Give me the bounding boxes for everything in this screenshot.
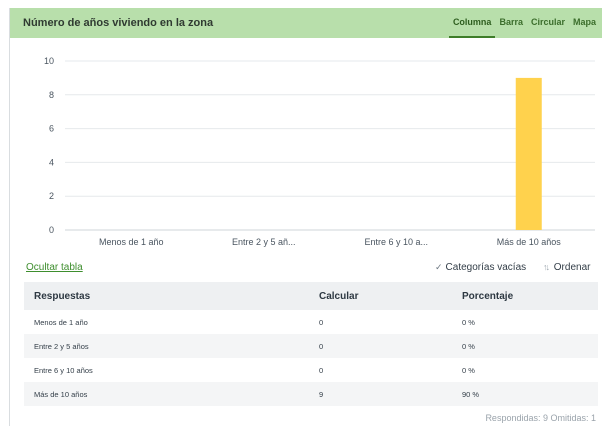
- hide-table-link[interactable]: Ocultar tabla: [26, 262, 83, 273]
- tab-column[interactable]: Columna: [448, 8, 496, 38]
- question-title: Número de años viviendo en la zona: [23, 17, 214, 29]
- sort-icon: ↑↓: [543, 262, 550, 272]
- empty-categories-toggle[interactable]: ✓ Categorías vacías: [435, 262, 526, 273]
- x-tick-label: Entre 6 y 10 a...: [364, 237, 428, 247]
- bar: [515, 77, 542, 231]
- chart-type-tabs: Columna Barra Circular Mapa: [448, 8, 600, 38]
- percent-cell: 0 %: [452, 334, 598, 358]
- header-respuestas: Respuestas: [24, 282, 309, 310]
- count-cell: 0: [319, 317, 324, 327]
- y-tick-label: 8: [49, 90, 54, 100]
- table-toolbar: Ocultar tabla ✓ Categorías vacías ↑↓ Orde…: [10, 259, 602, 277]
- table-header-row: Respuestas Calcular Porcentaje: [24, 282, 598, 310]
- percent-cell: 0 %: [462, 317, 475, 327]
- percent-cell: 0 %: [462, 365, 475, 375]
- column-chart: 0 2 4 6 8 10 Menos de 1 año Entre 2 y 5 añ... En…: [44, 56, 595, 247]
- checkmark-icon: ✓: [435, 262, 443, 272]
- question-card: Número de años viviendo en la zona Colum…: [9, 8, 602, 426]
- table-row: Entre 6 y 10 años 0 0 %: [24, 358, 598, 382]
- header-porcentaje: Porcentaje: [452, 282, 598, 310]
- responses-table: Respuestas Calcular Porcentaje Menos de …: [24, 282, 598, 406]
- table-row: Más de 10 años 9 90 %: [24, 382, 598, 406]
- answer-cell: Menos de 1 año: [34, 317, 88, 327]
- x-tick-label: Entre 2 y 5 añ...: [232, 237, 296, 247]
- x-tick-label: Más de 10 años: [497, 237, 562, 247]
- y-tick-label: 6: [49, 124, 54, 134]
- y-tick-label: 2: [49, 191, 54, 201]
- table-row: Entre 2 y 5 años 0 0 %: [24, 334, 598, 358]
- table-row: Menos de 1 año 0 0 %: [24, 310, 598, 334]
- sort-button[interactable]: ↑↓ Ordenar: [543, 262, 590, 273]
- answer-cell: Entre 2 y 5 años: [24, 334, 309, 358]
- tab-bar[interactable]: Barra: [495, 8, 527, 36]
- tab-map[interactable]: Mapa: [569, 8, 600, 36]
- header-calcular: Calcular: [309, 282, 452, 310]
- y-tick-label: 4: [49, 157, 54, 167]
- question-header: Número de años viviendo en la zona Colum…: [10, 8, 602, 38]
- count-cell: 0: [309, 334, 452, 358]
- answer-cell: Entre 6 y 10 años: [34, 365, 93, 375]
- count-cell: 9: [309, 382, 452, 406]
- empty-categories-label: Categorías vacías: [445, 262, 527, 273]
- sort-label: Ordenar: [553, 262, 591, 273]
- response-summary: Respondidas: 9 Omitidas: 1: [485, 413, 596, 423]
- x-tick-label: Menos de 1 año: [99, 237, 164, 247]
- count-cell: 0: [319, 365, 324, 375]
- tab-pie[interactable]: Circular: [527, 8, 569, 36]
- percent-cell: 90 %: [452, 382, 598, 406]
- y-tick-label: 10: [44, 56, 54, 66]
- answer-cell: Más de 10 años: [24, 382, 309, 406]
- y-tick-label: 0: [49, 225, 54, 235]
